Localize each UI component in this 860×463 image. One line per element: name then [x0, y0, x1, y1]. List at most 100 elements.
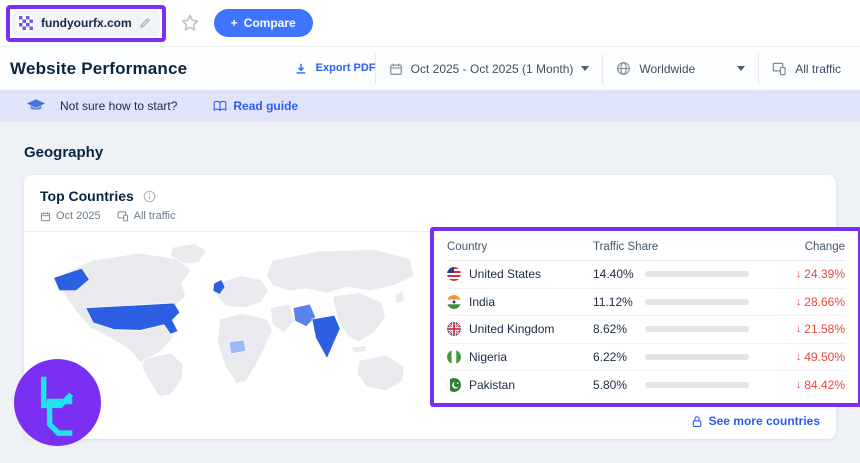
info-icon[interactable] [143, 190, 156, 203]
watermark-logo [13, 358, 102, 447]
country-name: United States [469, 267, 542, 282]
country-name: United Kingdom [469, 322, 555, 337]
countries-table-annotation-box: Country Traffic Share Change United Stat… [430, 227, 860, 407]
traffic-share-value: 5.80% [593, 377, 628, 392]
card-traffic-filter: All traffic [117, 210, 176, 222]
map-indonesia [351, 345, 368, 354]
table-row[interactable]: India 11.12% ↓ 28.66% [447, 289, 845, 316]
traffic-type-selector[interactable]: All traffic [758, 53, 854, 84]
calendar-icon [40, 211, 51, 222]
page-header: Website Performance Export PDF Oct 2025 … [0, 46, 860, 90]
change-down-arrow-icon: ↓ [795, 295, 802, 308]
country-flag [447, 349, 461, 364]
map-europe [215, 275, 269, 309]
table-row[interactable]: Nigeria 6.22% ↓ 49.50% [447, 344, 845, 371]
change-value: 84.42% [804, 377, 845, 392]
devices-icon [117, 210, 129, 222]
see-more-countries-label: See more countries [708, 414, 820, 428]
table-row[interactable]: United Kingdom 8.62% ↓ 21.58% [447, 316, 845, 344]
change-value: 49.50% [804, 349, 845, 364]
country-flag [447, 322, 461, 337]
map-australia [356, 354, 405, 392]
read-guide-label: Read guide [233, 99, 299, 113]
column-header-country: Country [447, 241, 488, 253]
traffic-share-bar [645, 381, 749, 388]
map-japan [394, 290, 405, 305]
traffic-share-bar [645, 353, 749, 360]
change-value: 24.39% [804, 267, 845, 282]
plus-icon: + [230, 16, 238, 30]
chevron-down-icon [581, 66, 590, 71]
change-down-arrow-icon: ↓ [795, 378, 802, 391]
domain-selector[interactable]: fundyourfx.com [12, 10, 160, 36]
graduation-cap-icon [26, 98, 46, 114]
change-value: 21.58% [804, 322, 845, 337]
traffic-share-bar [645, 298, 749, 305]
card-body: Country Traffic Share Change United Stat… [24, 227, 860, 407]
countries-table-header: Country Traffic Share Change [447, 236, 845, 261]
traffic-share-value: 14.40% [593, 267, 634, 282]
traffic-share-bar [645, 271, 749, 278]
country-flag [447, 377, 461, 392]
edit-domain-icon[interactable] [139, 17, 151, 29]
change-down-arrow-icon: ↓ [795, 323, 802, 336]
change-cell: ↓ 24.39% [796, 267, 845, 281]
compare-button-label: Compare [243, 16, 296, 30]
card-traffic-label: All traffic [133, 210, 176, 222]
see-more-countries-link[interactable]: See more countries [691, 414, 820, 428]
table-row[interactable]: United States 14.40% ↓ 24.39% [447, 261, 845, 289]
site-favicon [17, 14, 34, 32]
country-name: India [469, 294, 496, 309]
change-value: 28.66% [804, 294, 845, 309]
book-icon [213, 100, 227, 112]
map-country-india[interactable] [311, 314, 341, 360]
traffic-share-bar [645, 326, 749, 333]
change-cell: ↓ 84.42% [796, 378, 845, 392]
export-pdf-label: Export PDF [315, 61, 376, 74]
map-south-america [141, 352, 185, 397]
devices-icon [772, 61, 787, 76]
guide-banner: Not sure how to start? Read guide [0, 90, 860, 122]
table-row[interactable]: Pakistan 5.80% ↓ 84.42% [447, 371, 845, 399]
compare-button[interactable]: + Compare [213, 9, 313, 37]
region-value: Worldwide [639, 61, 696, 76]
map-country-nigeria[interactable] [228, 339, 247, 355]
countries-table-body: United States 14.40% ↓ 24.39% India 11.1… [447, 261, 845, 399]
change-down-arrow-icon: ↓ [795, 350, 802, 363]
lock-icon [691, 415, 703, 428]
domain-annotation-box: fundyourfx.com [6, 4, 166, 42]
column-header-change: Change [804, 241, 845, 253]
export-pdf-button[interactable]: Export PDF [281, 54, 376, 84]
map-russia [266, 248, 415, 294]
card-date-label: Oct 2025 [56, 210, 101, 222]
favorite-star-button[interactable] [178, 11, 202, 35]
domain-name: fundyourfx.com [41, 16, 132, 30]
traffic-share-value: 11.12% [593, 294, 633, 309]
section-title-geography: Geography [24, 144, 104, 161]
read-guide-link[interactable]: Read guide [213, 99, 298, 113]
map-country-pakistan[interactable] [292, 303, 317, 328]
country-name: Pakistan [469, 377, 516, 392]
banner-text: Not sure how to start? [60, 99, 178, 113]
card-date-filter: Oct 2025 [40, 210, 101, 222]
country-name: Nigeria [469, 349, 508, 364]
map-east-asia [332, 292, 386, 343]
traffic-share-value: 6.22% [593, 349, 628, 364]
calendar-icon [389, 62, 403, 76]
region-selector[interactable]: Worldwide [602, 53, 758, 84]
traffic-share-value: 8.62% [593, 322, 628, 337]
date-range-value: Oct 2025 - Oct 2025 (1 Month) [410, 61, 574, 76]
download-icon [294, 62, 308, 76]
card-footer: See more countries [24, 407, 836, 439]
card-title: Top Countries [40, 188, 134, 204]
date-range-selector[interactable]: Oct 2025 - Oct 2025 (1 Month) [374, 53, 603, 84]
top-bar: fundyourfx.com + Compare [0, 0, 860, 46]
page-title: Website Performance [10, 58, 188, 78]
map-middle-east [270, 303, 296, 333]
traffic-type-value: All traffic [795, 61, 841, 76]
change-cell: ↓ 49.50% [796, 350, 845, 364]
change-cell: ↓ 21.58% [796, 322, 845, 336]
country-flag [447, 267, 461, 282]
main-content: Geography Top Countries Oct 2025 All tra… [0, 122, 860, 439]
country-flag [447, 294, 461, 309]
